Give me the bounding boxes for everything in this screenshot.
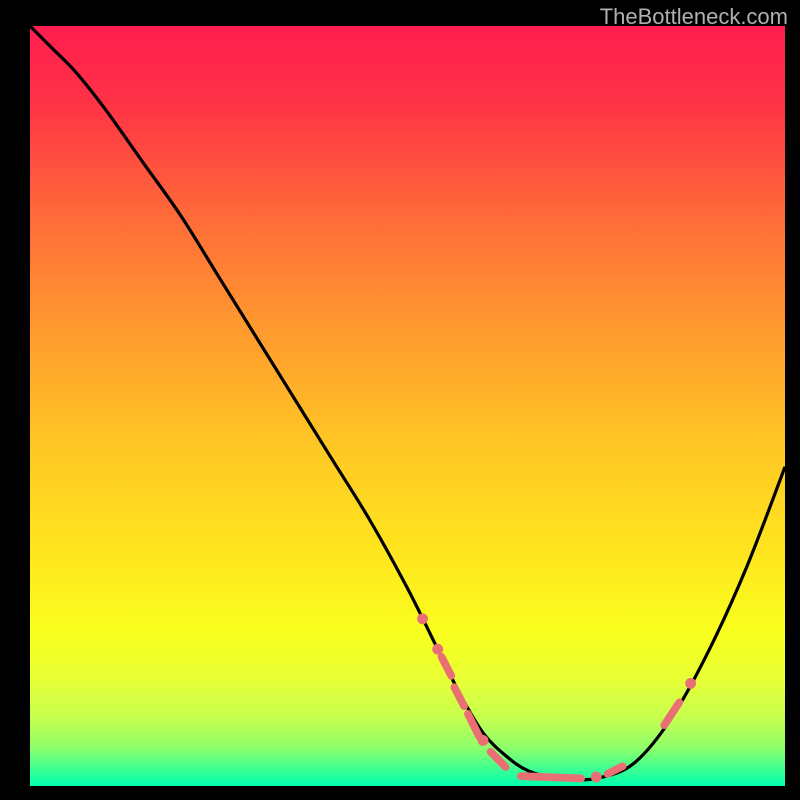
plot-area xyxy=(30,26,785,786)
watermark-text: TheBottleneck.com xyxy=(600,4,788,30)
chart-container: TheBottleneck.com xyxy=(0,0,800,800)
bottleneck-curve xyxy=(30,26,785,786)
curve-markers xyxy=(417,613,696,782)
